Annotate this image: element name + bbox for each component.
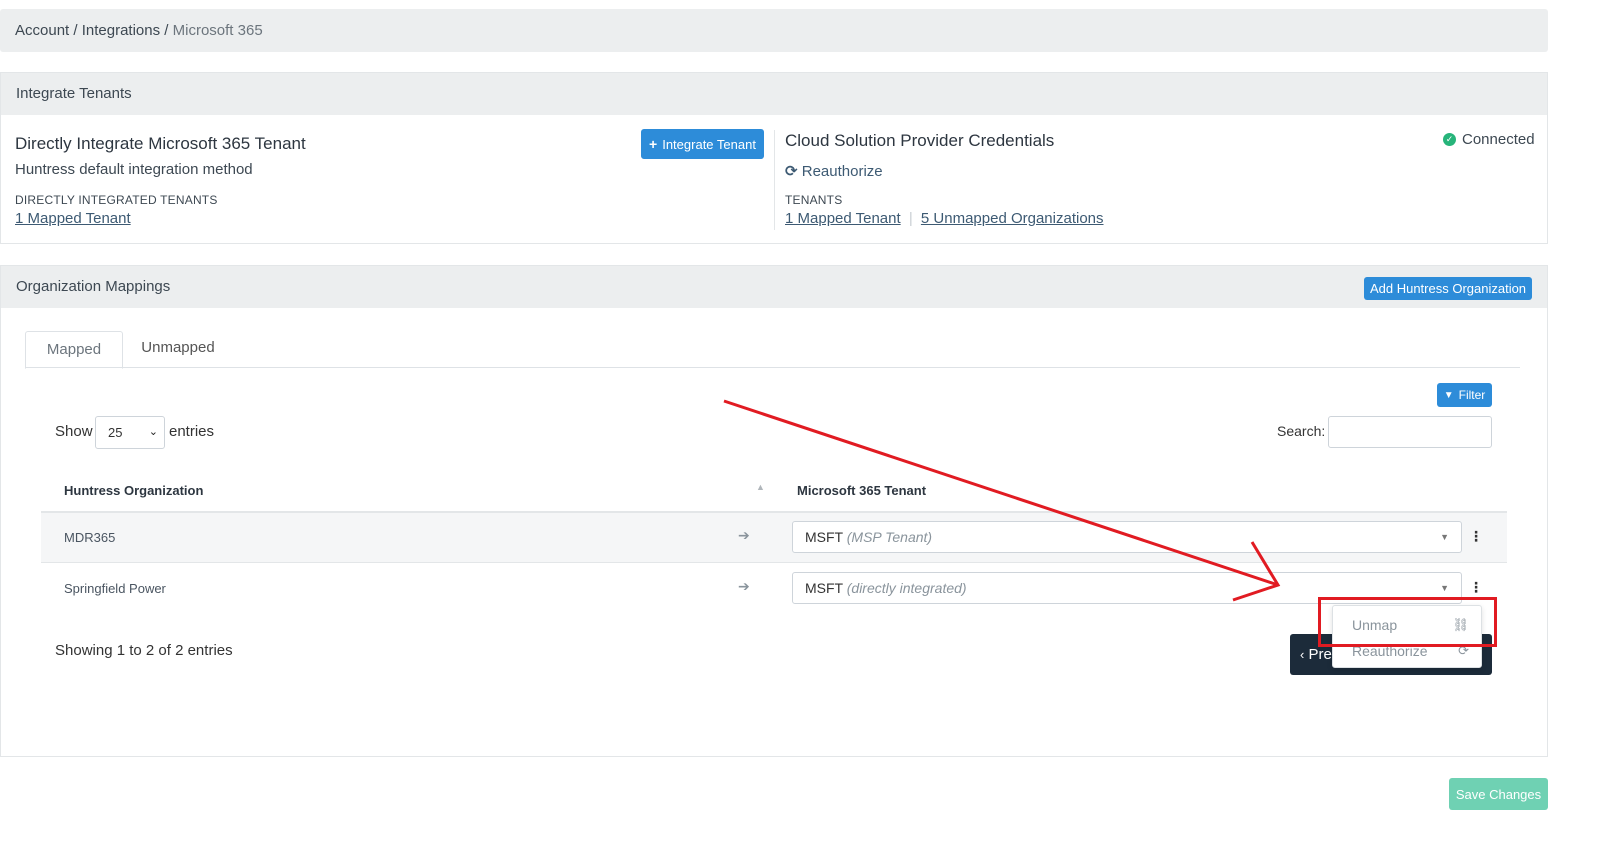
save-changes-button[interactable]: Save Changes — [1449, 778, 1548, 810]
annotation-arrow — [723, 399, 1281, 602]
annotation-highlight-box — [1318, 597, 1497, 647]
